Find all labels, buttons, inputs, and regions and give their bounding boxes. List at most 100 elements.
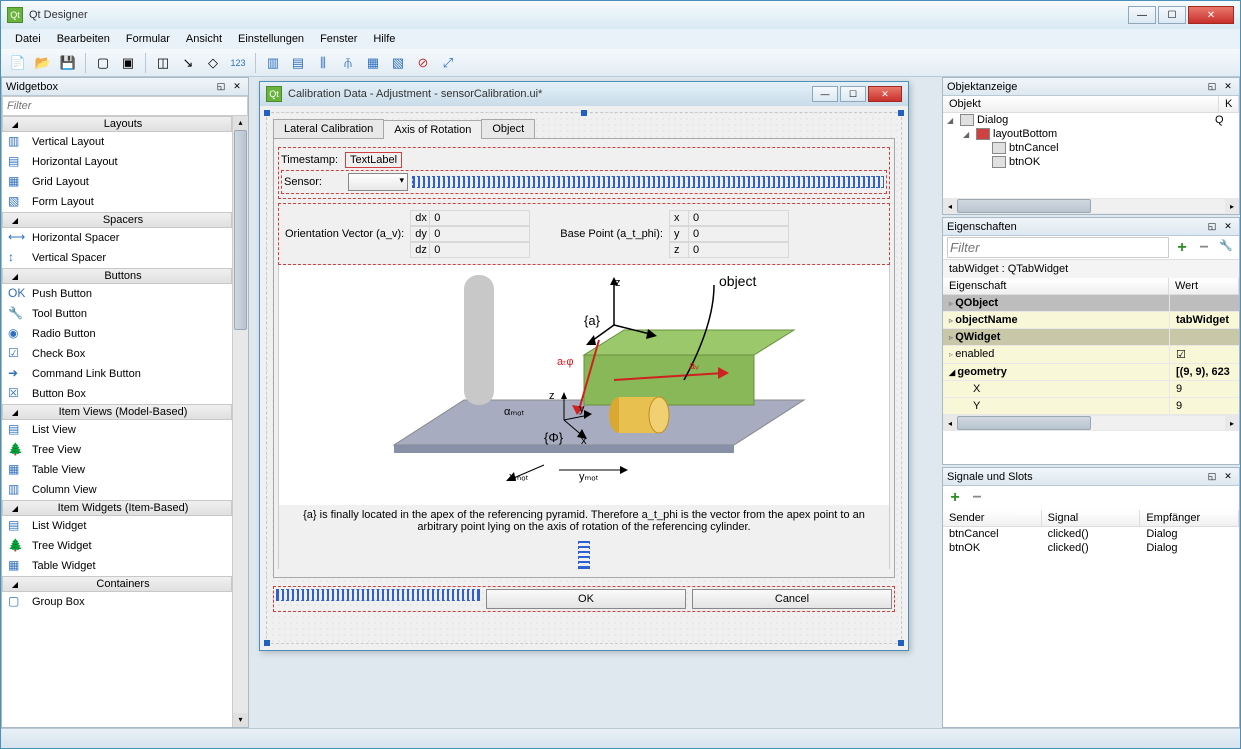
minimize-button[interactable]: — — [1128, 6, 1156, 24]
layout-form-button[interactable]: ▧ — [387, 52, 409, 74]
edit-tab-order-button[interactable]: 123 — [227, 52, 249, 74]
category-header[interactable]: ◢Item Views (Model-Based) — [2, 404, 232, 420]
cancel-button[interactable]: Cancel — [692, 589, 892, 609]
widget-item[interactable]: ▦Table View — [2, 460, 232, 480]
titlebar[interactable]: Qt Qt Designer — ☐ ✕ — [1, 1, 1240, 29]
bring-front-button[interactable]: ▣ — [117, 52, 139, 74]
tab-axis-of-rotation[interactable]: Axis of Rotation — [383, 120, 482, 139]
close-button[interactable]: ✕ — [1188, 6, 1234, 24]
dy-value[interactable]: 0 — [430, 226, 530, 242]
category-header[interactable]: ◢Spacers — [2, 212, 232, 228]
widget-item[interactable]: ▥Vertical Layout — [2, 132, 232, 152]
break-layout-button[interactable]: ⊘ — [412, 52, 434, 74]
widget-item[interactable]: 🌲Tree View — [2, 440, 232, 460]
layout-v-splitter-button[interactable]: ⫚ — [337, 52, 359, 74]
edit-signals-button[interactable]: ↘ — [177, 52, 199, 74]
layout-vertical-button[interactable]: ▤ — [287, 52, 309, 74]
properties-scrollbar[interactable]: ◂▸ — [943, 415, 1239, 431]
sender-col[interactable]: Sender — [943, 510, 1042, 527]
tree-row[interactable]: ◢DialogQ — [943, 113, 1239, 127]
widget-item[interactable]: ▤Horizontal Layout — [2, 152, 232, 172]
remove-property-button[interactable]: − — [1195, 239, 1213, 257]
signal-col[interactable]: Signal — [1042, 510, 1141, 527]
horizontal-spacer[interactable] — [412, 176, 884, 188]
widget-item[interactable]: ▤List View — [2, 420, 232, 440]
properties-filter[interactable] — [947, 237, 1169, 258]
remove-signal-button[interactable]: − — [968, 489, 986, 507]
widget-item[interactable]: 🔧Tool Button — [2, 304, 232, 324]
float-icon[interactable]: ◱ — [1205, 80, 1219, 94]
z-value[interactable]: 0 — [689, 242, 789, 258]
property-row[interactable]: X9 — [943, 381, 1239, 398]
dz-value[interactable]: 0 — [430, 242, 530, 258]
property-value[interactable] — [1169, 329, 1239, 345]
maximize-button[interactable]: ☐ — [1158, 6, 1186, 24]
property-row[interactable]: ▹ enabled☑ — [943, 346, 1239, 364]
layout-grid-button[interactable]: ▦ — [362, 52, 384, 74]
widget-item[interactable]: ↕Vertical Spacer — [2, 248, 232, 268]
menu-ansicht[interactable]: Ansicht — [178, 31, 230, 47]
sensor-combo[interactable] — [348, 173, 408, 191]
add-property-button[interactable]: + — [1173, 239, 1191, 257]
widget-item[interactable]: ▤List Widget — [2, 516, 232, 536]
menu-fenster[interactable]: Fenster — [312, 31, 365, 47]
form-titlebar[interactable]: Qt Calibration Data - Adjustment - senso… — [260, 82, 908, 106]
float-icon[interactable]: ◱ — [214, 80, 228, 94]
widget-item[interactable]: ➜Command Link Button — [2, 364, 232, 384]
menu-einstellungen[interactable]: Einstellungen — [230, 31, 312, 47]
adjust-size-button[interactable]: ⤢ — [437, 52, 459, 74]
widget-item[interactable]: ☑Check Box — [2, 344, 232, 364]
layout-horizontal-button[interactable]: ▥ — [262, 52, 284, 74]
tree-row[interactable]: ◢layoutBottom — [943, 127, 1239, 141]
menu-formular[interactable]: Formular — [118, 31, 178, 47]
widget-item[interactable]: ▧Form Layout — [2, 192, 232, 212]
y-value[interactable]: 0 — [689, 226, 789, 242]
config-property-button[interactable]: 🔧 — [1217, 239, 1235, 257]
property-row[interactable]: Y9 — [943, 398, 1239, 415]
property-row[interactable]: ▹ QWidget — [943, 329, 1239, 346]
close-panel-icon[interactable]: ✕ — [230, 80, 244, 94]
object-inspector-scrollbar[interactable]: ◂▸ — [943, 198, 1239, 214]
ok-button[interactable]: OK — [486, 589, 686, 609]
tree-row[interactable]: btnCancel — [943, 141, 1239, 155]
prop-val-header[interactable]: Wert — [1169, 278, 1239, 294]
menu-bearbeiten[interactable]: Bearbeiten — [49, 31, 118, 47]
tab-widget[interactable]: Lateral Calibration Axis of Rotation Obj… — [273, 119, 895, 139]
save-button[interactable]: 💾 — [57, 52, 79, 74]
form-maximize-button[interactable]: ☐ — [840, 86, 866, 102]
property-value[interactable]: 9 — [1169, 381, 1239, 397]
float-icon[interactable]: ◱ — [1205, 470, 1219, 484]
menu-hilfe[interactable]: Hilfe — [365, 31, 403, 47]
widget-item[interactable]: ◉Radio Button — [2, 324, 232, 344]
vertical-spacer[interactable] — [578, 541, 590, 569]
open-button[interactable]: 📂 — [32, 52, 54, 74]
tab-object[interactable]: Object — [481, 119, 535, 138]
category-header[interactable]: ◢Item Widgets (Item-Based) — [2, 500, 232, 516]
property-row[interactable]: ▹ QObject — [943, 295, 1239, 312]
send-back-button[interactable]: ▢ — [92, 52, 114, 74]
property-row[interactable]: ◢ geometry[(9, 9), 623 — [943, 364, 1239, 381]
class-col-header[interactable]: K — [1219, 96, 1239, 112]
x-value[interactable]: 0 — [689, 210, 789, 226]
tab-lateral-calibration[interactable]: Lateral Calibration — [273, 119, 384, 138]
add-signal-button[interactable]: + — [946, 489, 964, 507]
category-header[interactable]: ◢Buttons — [2, 268, 232, 284]
button-spacer[interactable] — [276, 589, 480, 601]
widget-item[interactable]: OKPush Button — [2, 284, 232, 304]
widget-item[interactable]: ▦Grid Layout — [2, 172, 232, 192]
property-value[interactable] — [1169, 295, 1239, 311]
property-value[interactable]: 9 — [1169, 398, 1239, 414]
menu-datei[interactable]: Datei — [7, 31, 49, 47]
property-value[interactable]: tabWidget — [1169, 312, 1239, 328]
widget-item[interactable]: ☒Button Box — [2, 384, 232, 404]
dx-value[interactable]: 0 — [430, 210, 530, 226]
close-panel-icon[interactable]: ✕ — [1221, 470, 1235, 484]
layout-h-splitter-button[interactable]: ⫼ — [312, 52, 334, 74]
new-form-button[interactable]: 📄 — [7, 52, 29, 74]
tree-row[interactable]: btnOK — [943, 155, 1239, 169]
property-value[interactable]: [(9, 9), 623 — [1169, 364, 1239, 380]
property-value[interactable]: ☑ — [1169, 346, 1239, 363]
widgetbox-filter[interactable] — [2, 96, 248, 116]
object-col-header[interactable]: Objekt — [943, 96, 1219, 112]
signal-row[interactable]: btnOKclicked()Dialog — [943, 541, 1239, 555]
